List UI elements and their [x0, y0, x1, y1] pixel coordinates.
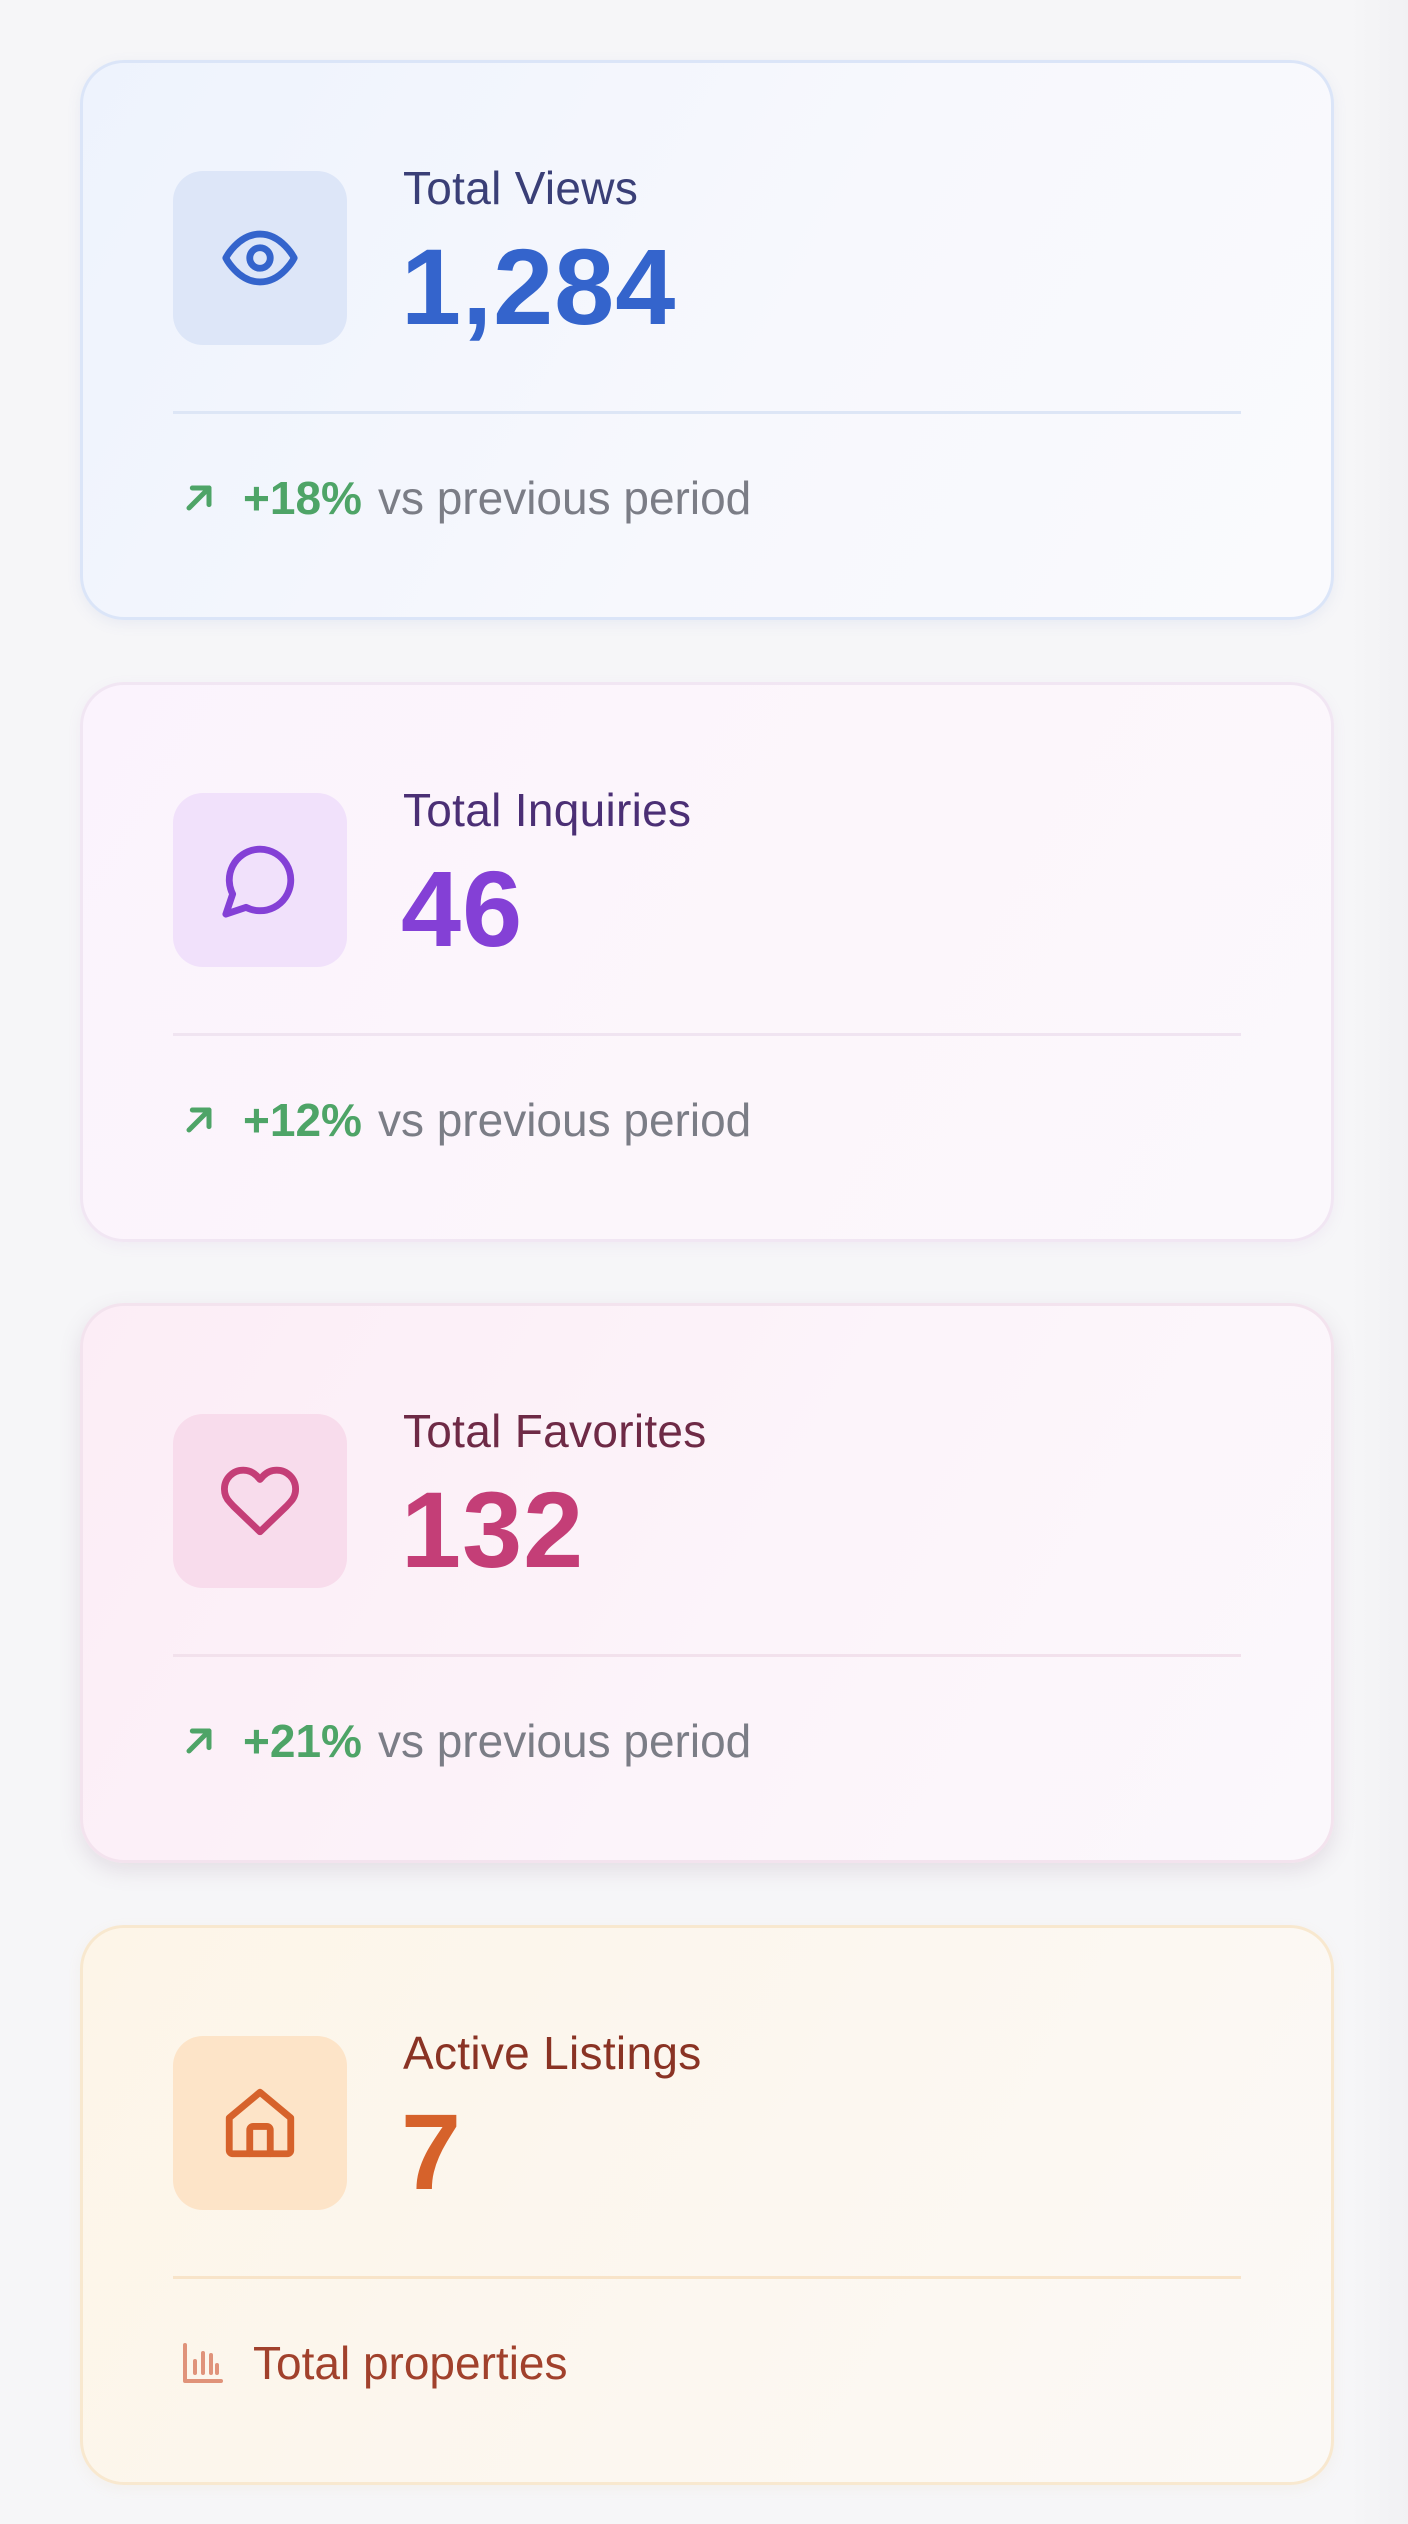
- stat-value: 7: [401, 2091, 463, 2212]
- heart-icon: [221, 1466, 299, 1536]
- stat-label: Total Inquiries: [403, 784, 692, 836]
- icon-tile: [173, 793, 347, 967]
- analytics-page: Total Views 1,284 +18% vs previous perio…: [0, 0, 1408, 2524]
- stat-label: Total Views: [403, 162, 639, 214]
- stat-value: 1,284: [401, 226, 677, 347]
- stat-card-total-favorites: Total Favorites 132 +21% vs previous per…: [80, 1303, 1334, 1863]
- stat-card-total-views: Total Views 1,284 +18% vs previous perio…: [80, 60, 1334, 620]
- message-circle-icon: [222, 845, 295, 918]
- stat-value: 132: [401, 1469, 585, 1590]
- arrow-up-right-icon: [186, 1728, 212, 1754]
- stat-card-active-listings: Active Listings 7 Total properties: [80, 1925, 1334, 2485]
- eye-icon: [222, 230, 298, 286]
- arrow-up-right-icon: [186, 1107, 212, 1133]
- stat-trend: +18% vs previous period: [179, 471, 751, 525]
- icon-tile: [173, 1414, 347, 1588]
- trend-note: vs previous period: [377, 1094, 752, 1146]
- trend-change: +21%: [243, 1715, 362, 1767]
- stat-trend: +12% vs previous period: [179, 1093, 751, 1147]
- divider: [173, 2276, 1241, 2279]
- trend-change: +18%: [243, 472, 362, 524]
- stat-value: 46: [401, 848, 524, 969]
- divider: [173, 411, 1241, 414]
- stat-footer: Total properties: [179, 2336, 568, 2390]
- arrow-up-right-icon: [186, 485, 212, 511]
- icon-tile: [173, 171, 347, 345]
- icon-tile: [173, 2036, 347, 2210]
- divider: [173, 1033, 1241, 1036]
- stat-label: Active Listings: [403, 2027, 702, 2079]
- home-icon: [225, 2088, 295, 2158]
- stat-footer-note: Total properties: [253, 2337, 568, 2389]
- trend-note: vs previous period: [377, 472, 752, 524]
- stat-card-total-inquiries: Total Inquiries 46 +12% vs previous peri…: [80, 682, 1334, 1242]
- stat-label: Total Favorites: [403, 1405, 707, 1457]
- trend-note: vs previous period: [377, 1715, 752, 1767]
- divider: [173, 1654, 1241, 1657]
- stat-trend: +21% vs previous period: [179, 1714, 751, 1768]
- bar-chart-icon: [183, 2343, 223, 2383]
- trend-change: +12%: [243, 1094, 362, 1146]
